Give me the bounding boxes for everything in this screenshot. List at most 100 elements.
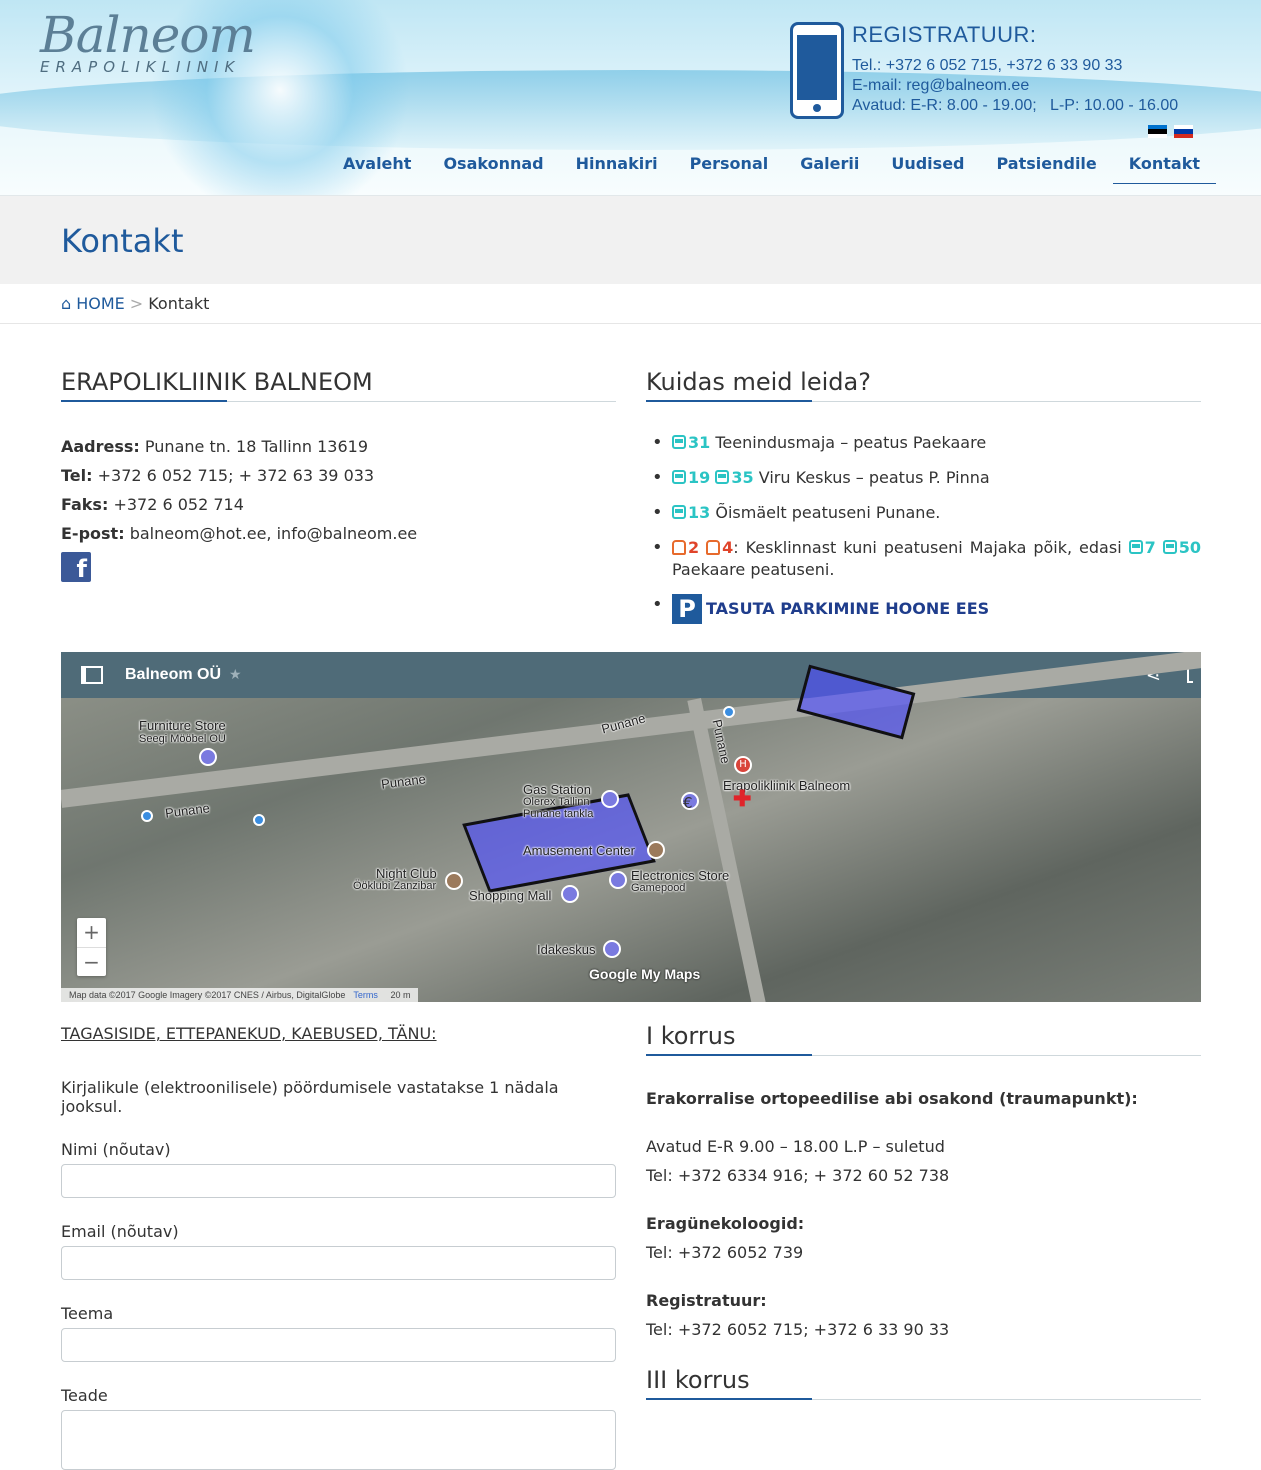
bus-icon <box>1162 540 1177 554</box>
registration-email: E-mail: reg@balneom.ee <box>852 77 1030 94</box>
tram-icon <box>706 540 721 555</box>
tram-number: 2 <box>688 538 700 557</box>
message-label: Teade <box>61 1386 108 1405</box>
trauma-hours: Avatud E-R 9.00 – 18.00 L.P – suletud <box>646 1137 945 1156</box>
star-icon[interactable]: ★ <box>229 667 242 683</box>
map-label-road: Punane <box>164 800 211 821</box>
tel-value: +372 6 052 715; + 372 63 39 033 <box>97 466 375 485</box>
bus-stop-icon[interactable] <box>141 810 153 822</box>
fax-label: Faks: <box>61 495 109 514</box>
message-textarea[interactable] <box>61 1410 616 1470</box>
trauma-tel: Tel: +372 6334 916; + 372 60 52 738 <box>646 1166 950 1185</box>
red-cross-icon[interactable]: ✚ <box>733 786 751 812</box>
nav-uudised[interactable]: Uudised <box>875 150 980 184</box>
bus-icon <box>715 470 730 484</box>
name-input[interactable] <box>61 1164 616 1198</box>
night-club-icon[interactable] <box>445 872 463 890</box>
tram-number: 4 <box>722 538 734 557</box>
gas-station-icon[interactable] <box>601 790 619 808</box>
floor-3-title: III korrus <box>646 1366 1201 1400</box>
map-label-amusement: Amusement Center <box>523 843 635 858</box>
embedded-map[interactable]: Balneom OÜ ★ ⋖ Furniture Store Seegi Möö… <box>61 652 1201 1002</box>
bus-icon <box>672 470 686 484</box>
map-canvas[interactable]: Furniture Store Seegi Mööbel OÜ Punane P… <box>61 652 1201 1002</box>
registration-title: REGISTRATUUR: <box>852 22 1037 47</box>
subject-label: Teema <box>61 1304 114 1323</box>
registration-block-title: Registratuur: <box>646 1291 767 1310</box>
map-label-gas-sub: Olerex Tallinn Punane tankla <box>523 796 594 820</box>
route-item: 31 Teenindusmaja – peatus Paekaare <box>652 432 1201 454</box>
address-value: Punane tn. 18 Tallinn 13619 <box>144 437 369 456</box>
trauma-details: Avatud E-R 9.00 – 18.00 L.P – suletud Te… <box>646 1132 1201 1190</box>
nav-galerii[interactable]: Galerii <box>784 150 875 184</box>
fax-value: +372 6 052 714 <box>113 495 244 514</box>
email-input[interactable] <box>61 1246 616 1280</box>
mobile-phone-icon <box>790 22 844 119</box>
map-legend-toggle-icon[interactable] <box>81 666 103 684</box>
feedback-form-section: TAGASISIDE, ETTEPANEKUD, KAEBUSED, TÄNU:… <box>61 1024 616 1470</box>
parking-item: PTASUTA PARKIMINE HOONE EES <box>652 594 1201 624</box>
bus-number: 31 <box>688 433 711 452</box>
feedback-title: TAGASISIDE, ETTEPANEKUD, KAEBUSED, TÄNU: <box>61 1024 437 1043</box>
breadcrumb: ⌂ HOME > Kontakt <box>0 284 1261 324</box>
nav-hinnakiri[interactable]: Hinnakiri <box>560 150 674 184</box>
map-label-idakeskus: Idakeskus <box>537 942 596 957</box>
site-logo[interactable]: Balneom ERAPOLIKLIINIK <box>40 6 256 76</box>
registration-phone: Tel.: +372 6 052 715, +372 6 33 90 33 <box>852 57 1123 74</box>
map-label-electronics-sub: Gamepood <box>631 882 686 894</box>
address-row: Aadress: Punane tn. 18 Tallinn 13619 <box>61 432 616 461</box>
shopping-bag-icon[interactable] <box>603 940 621 958</box>
map-label-furniture-sub: Seegi Mööbel OÜ <box>139 733 226 745</box>
bus-stop-icon[interactable] <box>253 814 265 826</box>
map-attribution-text: Map data ©2017 Google Imagery ©2017 CNES… <box>69 990 346 1000</box>
facebook-icon[interactable]: f <box>61 552 91 582</box>
zoom-in-button[interactable]: + <box>77 918 106 947</box>
gynecology-block: Eragünekoloogid: Tel: +372 6052 739 <box>646 1209 1201 1267</box>
nav-kontakt[interactable]: Kontakt <box>1112 150 1216 184</box>
gynecology-tel: Tel: +372 6052 739 <box>646 1243 804 1262</box>
nav-personal[interactable]: Personal <box>674 150 785 184</box>
shopping-bag-icon[interactable] <box>199 748 217 766</box>
email-value[interactable]: balneom@hot.ee, info@balneom.ee <box>130 524 417 543</box>
logo-sub-text: ERAPOLIKLIINIK <box>40 58 241 76</box>
shopping-bag-icon[interactable] <box>609 871 627 889</box>
shopping-bag-icon[interactable] <box>561 885 579 903</box>
bus-stop-icon[interactable] <box>723 706 735 718</box>
amusement-icon[interactable] <box>647 841 665 859</box>
map-scale: 20 m <box>390 990 411 1000</box>
map-label-night-club: Night Club <box>376 866 437 881</box>
gynecology-title: Eragünekoloogid: <box>646 1214 805 1233</box>
subject-input[interactable] <box>61 1328 616 1362</box>
nav-patsiendile[interactable]: Patsiendile <box>981 150 1113 184</box>
route-item: 19 35 Viru Keskus – peatus P. Pinna <box>652 467 1201 489</box>
bus-number: 35 <box>731 468 754 487</box>
estonian-flag-icon[interactable] <box>1148 125 1167 138</box>
route-text: : Kesklinnast kuni peatuseni Majaka põik… <box>733 538 1129 557</box>
map-terms-link[interactable]: Terms <box>353 990 378 1000</box>
tel-row: Tel: +372 6 052 715; + 372 63 39 033 <box>61 461 616 490</box>
email-row: E-post: balneom@hot.ee, info@balneom.ee <box>61 519 616 548</box>
email-field-label: Email (nõutav) <box>61 1222 179 1241</box>
nav-avaleht[interactable]: Avaleht <box>327 150 427 184</box>
nav-osakonnad[interactable]: Osakonnad <box>427 150 559 184</box>
bus-number: 13 <box>688 503 711 522</box>
clinic-title: ERAPOLIKLIINIK BALNEOM <box>61 368 616 402</box>
feedback-note: Kirjalikule (elektroonilisele) pöördumis… <box>61 1078 559 1116</box>
map-zoom-controls: + − <box>77 918 106 976</box>
russian-flag-icon[interactable] <box>1174 125 1193 138</box>
zoom-out-button[interactable]: − <box>77 947 106 976</box>
bus-number: 7 <box>1144 538 1156 557</box>
map-label-electronics: Electronics Store <box>631 868 730 883</box>
trauma-title: Erakorralise ortopeedilise abi osakond (… <box>646 1089 1138 1108</box>
google-my-maps-logo: Google My Maps <box>589 966 701 982</box>
clinic-info-section: ERAPOLIKLIINIK BALNEOM Aadress: Punane t… <box>61 368 616 582</box>
logo-main-text: Balneom <box>40 6 256 64</box>
euro-icon[interactable]: € <box>681 792 699 812</box>
registration-info: REGISTRATUUR: Tel.: +372 6 052 715, +372… <box>852 22 1178 116</box>
hospital-icon[interactable]: H <box>734 756 752 774</box>
site-header: Balneom ERAPOLIKLIINIK REGISTRATUUR: Tel… <box>0 0 1261 196</box>
route-list: 31 Teenindusmaja – peatus Paekaare 19 35… <box>646 432 1201 624</box>
map-attribution: Map data ©2017 Google Imagery ©2017 CNES… <box>61 988 419 1002</box>
bus-number: 19 <box>688 468 711 487</box>
breadcrumb-home-link[interactable]: ⌂ HOME <box>61 294 125 313</box>
